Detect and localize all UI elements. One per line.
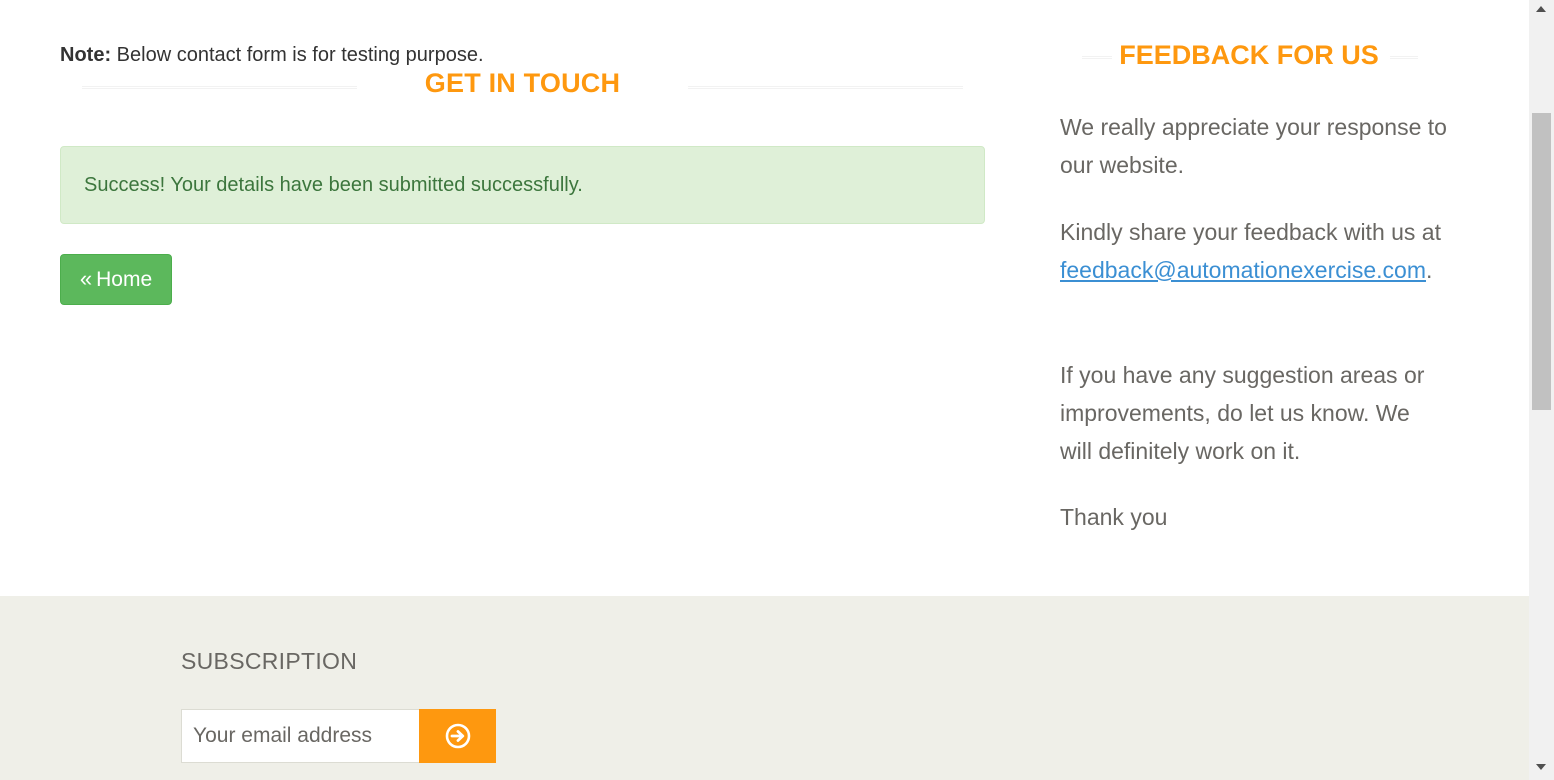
feedback-paragraph-thanks: Thank you	[1060, 504, 1168, 530]
feedback-share-text: Kindly share your feedback with us at	[1060, 219, 1441, 245]
test-note: Note: Below contact form is for testing …	[60, 44, 484, 67]
contact-page: Note: Below contact form is for testing …	[0, 0, 1529, 780]
feedback-share-suffix: .	[1425, 257, 1433, 283]
home-button[interactable]: « Home	[60, 254, 172, 305]
feedback-paragraph-suggestion: If you have any suggestion areas or impr…	[1060, 362, 1425, 464]
feedback-title: FEEDBACK FOR US	[1119, 40, 1379, 70]
note-text: Below contact form is for testing purpos…	[111, 44, 484, 66]
scrollbar-thumb[interactable]	[1532, 113, 1551, 410]
success-message: Success! Your details have been submitte…	[84, 174, 583, 196]
scroll-down-arrow-icon[interactable]	[1536, 764, 1546, 770]
subscription-title: SUBSCRIPTION	[181, 648, 358, 674]
scroll-up-arrow-icon[interactable]	[1536, 6, 1546, 12]
arrow-circle-right-icon	[445, 723, 470, 749]
feedback-paragraph-share: Kindly share your feedback with us at fe…	[1060, 213, 1455, 289]
home-button-label: Home	[96, 267, 153, 291]
subscribe-button[interactable]	[419, 709, 496, 763]
vertical-scrollbar[interactable]	[1529, 0, 1554, 780]
note-label: Note:	[60, 44, 112, 66]
double-chevron-left-icon: «	[79, 265, 93, 291]
feedback-paragraph-appreciate: We really appreciate your response to ou…	[1060, 114, 1447, 178]
feedback-email-link[interactable]: feedback@automationexercise.com	[1060, 257, 1426, 283]
footer: SUBSCRIPTION	[0, 596, 1529, 780]
get-in-touch-title: GET IN TOUCH	[424, 68, 621, 98]
success-alert: Success! Your details have been submitte…	[60, 146, 985, 224]
get-in-touch-heading-row: GET IN TOUCH	[60, 66, 985, 106]
feedback-heading-row: FEEDBACK FOR US	[1060, 36, 1438, 76]
subscription-email-input[interactable]	[181, 709, 420, 763]
